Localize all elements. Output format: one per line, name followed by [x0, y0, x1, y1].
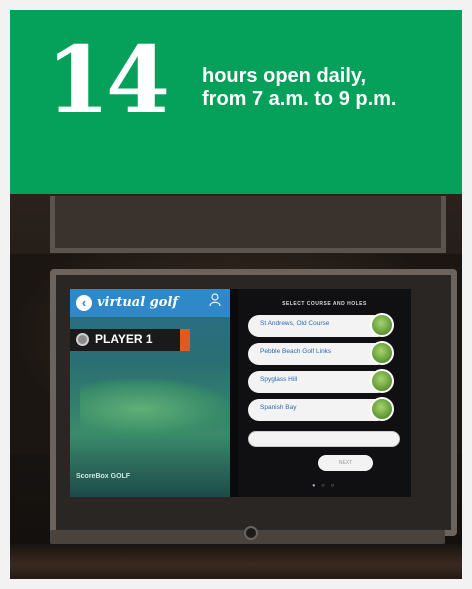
course-thumbnail: [370, 313, 394, 337]
course-option[interactable]: Pebble Beach Golf Links: [248, 341, 394, 365]
kiosk-screen: ‹ virtual golf PLAYER 1 ScoreBox GOLF SE…: [70, 289, 411, 497]
course-name: Spyglass Hill: [260, 376, 298, 383]
stat-banner: 14 hours open daily, from 7 a.m. to 9 p.…: [10, 10, 462, 194]
course-option[interactable]: Spanish Bay: [248, 397, 394, 421]
stat-line-1: hours open daily,: [202, 65, 367, 87]
upper-monitor: [50, 196, 446, 253]
select-title: SELECT COURSE AND HOLES: [282, 301, 367, 307]
floor: [10, 544, 462, 579]
image-frame: 14 hours open daily, from 7 a.m. to 9 p.…: [10, 10, 462, 579]
player-flag: [180, 329, 190, 351]
course-thumbnail: [370, 369, 394, 393]
back-arrow-icon[interactable]: ‹: [76, 295, 92, 311]
page-indicator: ● ○ ○: [312, 483, 337, 489]
course-name: Spanish Bay: [260, 404, 297, 411]
user-icon[interactable]: [208, 293, 222, 311]
power-button-icon[interactable]: [244, 526, 258, 540]
stat-description: hours open daily, from 7 a.m. to 9 p.m.: [202, 65, 457, 111]
stat-line-2: from 7 a.m. to 9 p.m.: [202, 88, 397, 110]
next-button[interactable]: NEXT: [318, 455, 373, 471]
stat-number: 14: [46, 26, 170, 134]
game-panel: ‹ virtual golf PLAYER 1 ScoreBox GOLF: [70, 289, 230, 497]
kiosk-bezel: ‹ virtual golf PLAYER 1 ScoreBox GOLF SE…: [50, 269, 457, 536]
player-row[interactable]: PLAYER 1: [70, 329, 180, 351]
brand-logo: ScoreBox GOLF: [76, 473, 131, 480]
app-title: virtual golf: [97, 295, 178, 310]
player-label: PLAYER 1: [95, 332, 153, 346]
fairway-graphic: [80, 379, 230, 439]
course-thumbnail: [370, 341, 394, 365]
players-field[interactable]: [248, 431, 400, 447]
course-thumbnail: [370, 397, 394, 421]
course-option[interactable]: St Andrews, Old Course: [248, 313, 394, 337]
course-select-panel: SELECT COURSE AND HOLES St Andrews, Old …: [238, 289, 411, 497]
kiosk-photo: ‹ virtual golf PLAYER 1 ScoreBox GOLF SE…: [10, 194, 462, 579]
course-name: St Andrews, Old Course: [260, 320, 330, 327]
game-header: ‹ virtual golf: [70, 289, 230, 317]
player-indicator-icon: [76, 333, 89, 346]
course-option[interactable]: Spyglass Hill: [248, 369, 394, 393]
course-name: Pebble Beach Golf Links: [260, 348, 332, 355]
